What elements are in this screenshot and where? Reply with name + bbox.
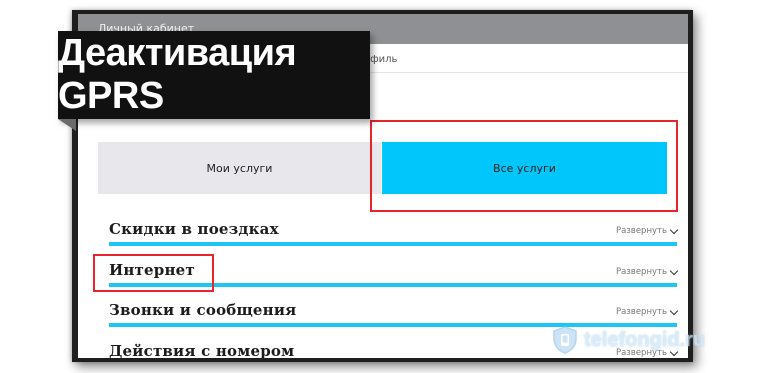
banner-fold [58, 119, 76, 131]
watermark: telefongid.ru [552, 326, 705, 354]
expand-label: Развернуть [615, 307, 667, 317]
chevron-down-icon [669, 266, 679, 275]
section-title: Действия с номером [109, 342, 295, 358]
highlight-box-internet [93, 254, 214, 292]
shield-phone-icon [553, 326, 577, 354]
expand-toggle[interactable]: Развернуть [615, 266, 679, 277]
watermark-text: telefongid.ru [584, 328, 706, 351]
expand-label: Развернуть [615, 226, 667, 236]
section-calls-messages[interactable]: Звонки и сообщения Развернуть [109, 301, 679, 329]
section-title: Звонки и сообщения [109, 301, 297, 319]
banner-text: Деактивация GPRS [58, 32, 297, 117]
title-banner: Деактивация GPRS [58, 31, 370, 119]
chevron-down-icon [669, 225, 679, 234]
tab-my-services[interactable]: Мои услуги [98, 142, 381, 194]
expand-toggle[interactable]: Развернуть [615, 306, 679, 317]
chevron-down-icon [669, 306, 679, 315]
highlight-box-all-services [370, 120, 678, 212]
expand-toggle[interactable]: Развернуть [615, 225, 679, 236]
expand-label: Развернуть [615, 267, 667, 277]
section-travel-discounts[interactable]: Скидки в поездках Развернуть [109, 220, 679, 248]
tab-my-services-label: Мои услуги [206, 161, 273, 175]
section-title: Скидки в поездках [109, 220, 279, 238]
section-underline [109, 242, 677, 246]
